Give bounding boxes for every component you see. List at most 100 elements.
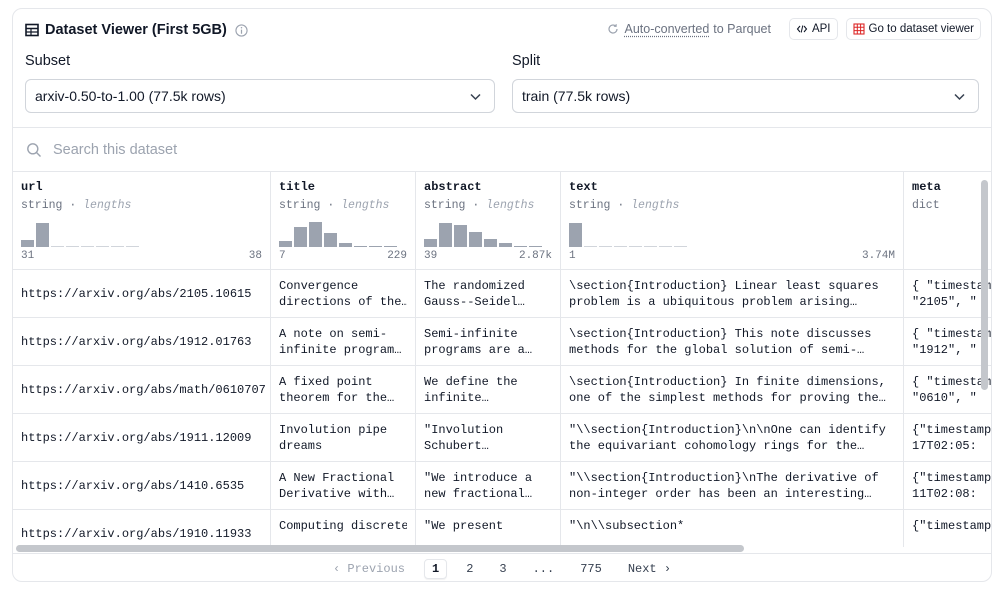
histogram-bar[interactable] — [111, 246, 124, 247]
page-button-775[interactable]: 775 — [573, 560, 609, 578]
vertical-scrollbar[interactable] — [981, 180, 988, 390]
histogram-bar[interactable] — [21, 240, 34, 247]
table-cell-url[interactable]: https://arxiv.org/abs/1912.01763 — [13, 318, 270, 366]
go-to-dataset-viewer-button[interactable]: Go to dataset viewer — [845, 18, 981, 40]
histogram-bar[interactable] — [96, 246, 109, 247]
histogram-bar[interactable] — [674, 246, 687, 247]
table-cell-meta[interactable]: {"timestamp": 17T02:05: — [904, 414, 991, 462]
table-cell-abstract[interactable]: The randomized Gauss--Seidel… — [416, 270, 560, 318]
histogram-bar[interactable] — [294, 227, 307, 247]
split-label: Split — [512, 53, 541, 69]
histogram-bar[interactable] — [454, 225, 467, 247]
histogram-bar[interactable] — [279, 241, 292, 247]
histogram-bar[interactable] — [66, 246, 79, 247]
table-cell-url[interactable]: https://arxiv.org/abs/math/0610707 — [13, 366, 270, 414]
histogram-bar[interactable] — [324, 233, 337, 247]
split-select[interactable]: train (77.5k rows) — [512, 79, 979, 113]
column-stat-label: lengths — [341, 199, 390, 212]
horizontal-scrollbar-thumb[interactable] — [16, 545, 744, 552]
histogram-max: 38 — [248, 250, 262, 262]
info-icon[interactable] — [235, 23, 248, 37]
page-button-1[interactable]: 1 — [423, 558, 448, 579]
table-cell-url[interactable]: https://arxiv.org/abs/1410.6535 — [13, 462, 270, 510]
length-histogram — [21, 217, 141, 247]
auto-converted-link[interactable]: Auto-converted — [625, 22, 710, 36]
pagination: ‹ Previous 1 2 3... 775 Next › — [13, 553, 991, 581]
histogram-bar[interactable] — [514, 246, 527, 247]
histogram-bar[interactable] — [309, 222, 322, 247]
horizontal-scrollbar[interactable] — [13, 545, 991, 553]
table-cell-meta[interactable]: { "timestamp": "1912", " — [904, 318, 991, 366]
histogram-bar[interactable] — [126, 246, 139, 247]
histogram-bar[interactable] — [644, 246, 657, 247]
table-cell-abstract[interactable]: "We present — [416, 510, 560, 547]
table-cell-url[interactable]: https://arxiv.org/abs/1910.11933 — [13, 510, 270, 547]
cell-text-line: infinite… — [424, 391, 489, 405]
table-cell-title[interactable]: A New Fractional Derivative with… — [271, 462, 415, 510]
histogram-bar[interactable] — [659, 246, 672, 247]
histogram-bar[interactable] — [81, 246, 94, 247]
histogram-bar[interactable] — [369, 246, 382, 247]
table-cell-meta[interactable]: {"timestamp": — [904, 510, 991, 547]
histogram-bar[interactable] — [499, 243, 512, 247]
page-button-2[interactable]: 2 — [459, 560, 480, 578]
cell-text-line: {"timestamp": — [912, 423, 991, 437]
column-header-abstract[interactable]: abstract string · lengths 39 2.87k — [416, 172, 560, 270]
page-button-3[interactable]: 3 — [492, 560, 513, 578]
histogram-bar[interactable] — [36, 223, 49, 247]
table-cell-meta[interactable]: { "timestamp": "0610", " — [904, 366, 991, 414]
histogram-bar[interactable] — [439, 223, 452, 247]
histogram-bar[interactable] — [584, 246, 597, 247]
table-cell-text[interactable]: "\\section{Introduction}\nThe derivative… — [561, 462, 903, 510]
table-cell-meta[interactable]: { "timestamp": "2105", " — [904, 270, 991, 318]
table-cell-abstract[interactable]: "We introduce a new fractional… — [416, 462, 560, 510]
table-cell-text[interactable]: \section{Introduction} Linear least squa… — [561, 270, 903, 318]
histogram-bar[interactable] — [339, 243, 352, 247]
column-header-url[interactable]: url string · lengths 31 38 — [13, 172, 270, 270]
column-header-meta[interactable]: meta dict — [904, 172, 991, 270]
chevron-down-icon — [954, 93, 965, 101]
cell-text-line: "\n\\subsection* — [569, 519, 685, 533]
column-header-text[interactable]: text string · lengths 1 3.74M — [561, 172, 903, 270]
chevron-down-icon — [470, 93, 481, 101]
column-type: string · lengths — [424, 199, 535, 212]
length-histogram — [279, 217, 399, 247]
table-cell-url[interactable]: https://arxiv.org/abs/1911.12009 — [13, 414, 270, 462]
previous-page-button[interactable]: ‹ Previous — [326, 560, 412, 578]
table-cell-title[interactable]: Computing discrete — [271, 510, 415, 547]
histogram-bar[interactable] — [599, 246, 612, 247]
table-cell-text[interactable]: "\n\\subsection* — [561, 510, 903, 547]
cell-text-line: \section{Introduction} In finite dimensi… — [569, 375, 886, 389]
table-cell-text[interactable]: \section{Introduction} In finite dimensi… — [561, 366, 903, 414]
column-header-title[interactable]: title string · lengths 7 229 — [271, 172, 415, 270]
table-cell-title[interactable]: A fixed point theorem for the… — [271, 366, 415, 414]
histogram-bar[interactable] — [51, 246, 64, 247]
table-cell-url[interactable]: https://arxiv.org/abs/2105.10615 — [13, 270, 270, 318]
next-page-button[interactable]: Next › — [621, 560, 678, 578]
table-cell-abstract[interactable]: "Involution Schubert… — [416, 414, 560, 462]
search-input[interactable] — [53, 138, 653, 162]
table-cell-abstract[interactable]: Semi-infinite programs are a… — [416, 318, 560, 366]
table-cell-text[interactable]: "\\section{Introduction}\n\nOne can iden… — [561, 414, 903, 462]
histogram-bar[interactable] — [614, 246, 627, 247]
histogram-range: 39 2.87k — [424, 250, 552, 262]
code-icon — [796, 25, 808, 33]
subset-select[interactable]: arxiv-0.50-to-1.00 (77.5k rows) — [25, 79, 495, 113]
table-cell-title[interactable]: A note on semi-infinite program… — [271, 318, 415, 366]
histogram-bar[interactable] — [529, 246, 542, 247]
table-cell-abstract[interactable]: We define the infinite… — [416, 366, 560, 414]
histogram-bar[interactable] — [354, 246, 367, 247]
auto-converted-note: Auto-converted to Parquet — [607, 22, 771, 36]
api-button[interactable]: API — [788, 18, 838, 40]
table-cell-title[interactable]: Involution pipe dreams — [271, 414, 415, 462]
table-cell-text[interactable]: \section{Introduction} This note discuss… — [561, 318, 903, 366]
histogram-bar[interactable] — [484, 239, 497, 247]
table-cell-title[interactable]: Convergence directions of the… — [271, 270, 415, 318]
histogram-bar[interactable] — [384, 246, 397, 247]
histogram-bar[interactable] — [629, 246, 642, 247]
histogram-bar[interactable] — [469, 232, 482, 247]
histogram-bar[interactable] — [424, 239, 437, 247]
histogram-bar[interactable] — [569, 223, 582, 247]
table-cell-meta[interactable]: {"timestamp": 11T02:08: — [904, 462, 991, 510]
column-name: title — [279, 180, 316, 194]
